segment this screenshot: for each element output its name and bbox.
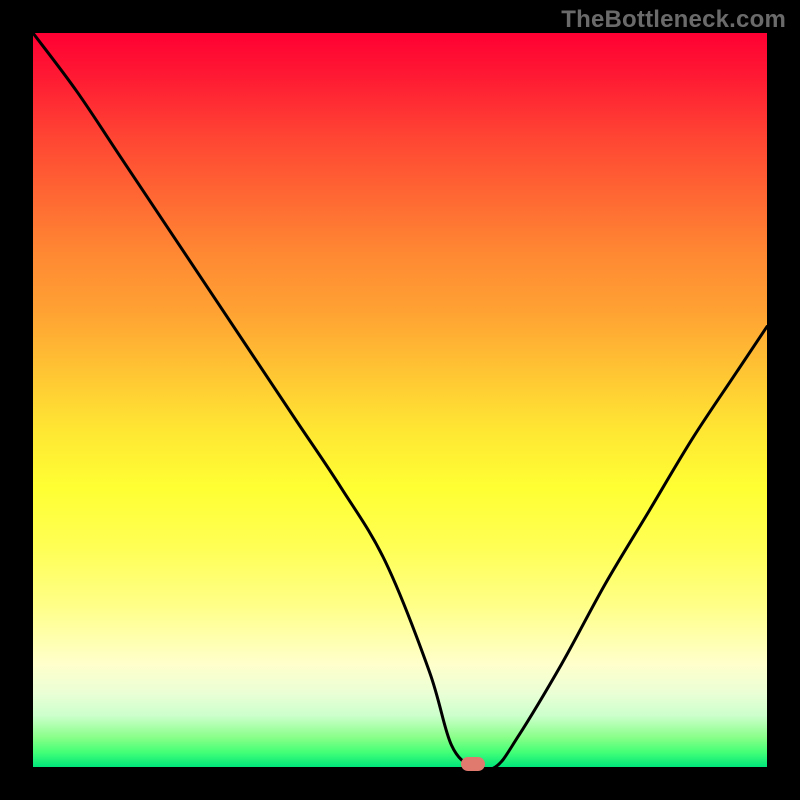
watermark-text: TheBottleneck.com (561, 6, 786, 34)
chart-frame: TheBottleneck.com (0, 0, 800, 800)
plot-area (33, 33, 767, 767)
bottleneck-curve (33, 33, 767, 767)
optimal-marker (461, 757, 485, 771)
